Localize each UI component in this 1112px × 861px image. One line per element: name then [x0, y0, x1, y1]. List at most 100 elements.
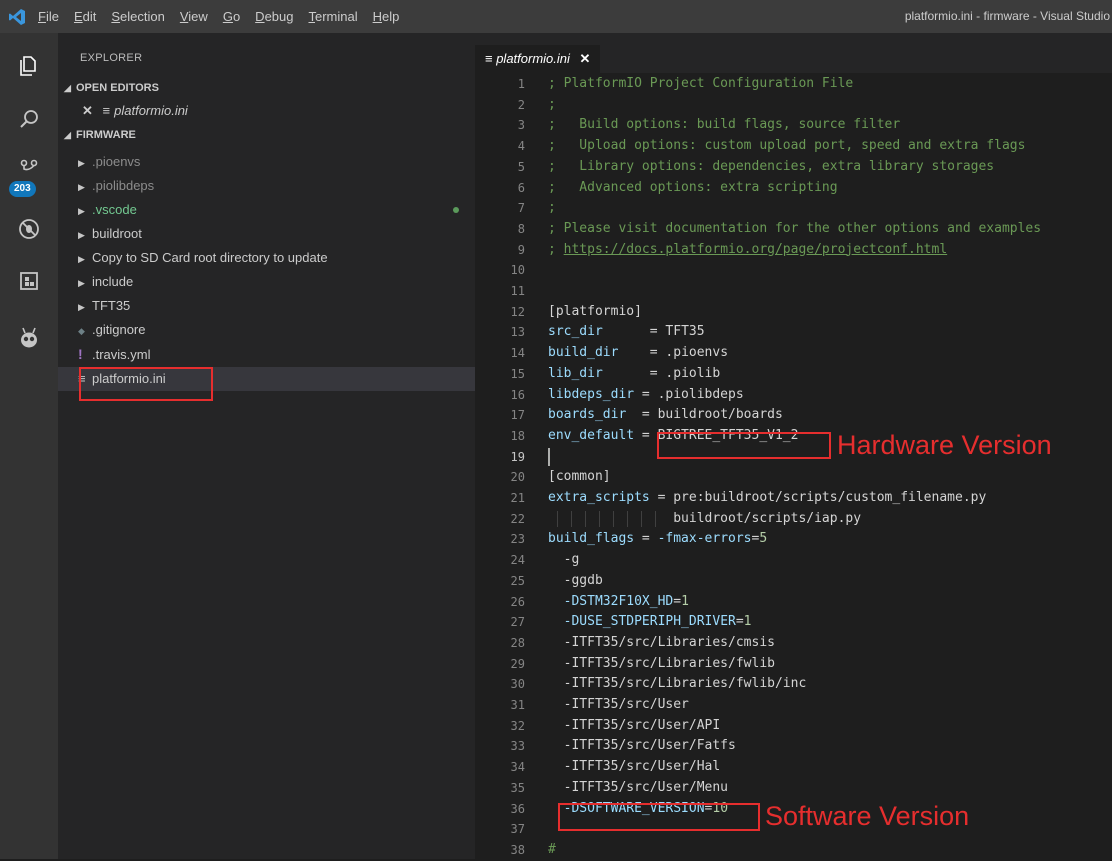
- open-editors-header[interactable]: ◢ OPEN EDITORS: [58, 77, 475, 99]
- code-line[interactable]: -ITFT35/src/Libraries/fwlib/inc: [548, 674, 807, 695]
- code-line[interactable]: [common]: [548, 467, 611, 488]
- code-line[interactable]: -ITFT35/src/User/Hal: [548, 757, 721, 778]
- menu-label: elp: [382, 9, 400, 24]
- code-token: -ITFT35/src/User: [548, 697, 689, 712]
- code-line[interactable]: build_flags = -fmax-errors=5: [548, 529, 767, 550]
- platformio-icon: [21, 327, 37, 348]
- tree-item-tft35[interactable]: ▶ TFT35: [58, 294, 475, 318]
- tree-item-include[interactable]: ▶ include: [58, 270, 475, 294]
- code-line[interactable]: ; https://docs.platformio.org/page/proje…: [548, 240, 947, 261]
- scm-badge: 203: [9, 181, 36, 197]
- code-line[interactable]: buildroot/scripts/iap.py: [548, 509, 861, 530]
- code-line[interactable]: [platformio]: [548, 302, 642, 323]
- code-token: =: [735, 614, 744, 630]
- code-token: [platformio]: [548, 303, 642, 319]
- tree-item-buildroot[interactable]: ▶ buildroot: [58, 222, 475, 246]
- tree-item-label: .vscode: [92, 202, 137, 217]
- debug-button[interactable]: [0, 205, 58, 253]
- highlight-box-hardware: [657, 432, 831, 459]
- line-number: 9: [517, 242, 525, 257]
- code-line[interactable]: boards_dir = buildroot/boards: [548, 405, 783, 426]
- code-line[interactable]: -ITFT35/src/User/Menu: [548, 778, 728, 799]
- explorer-button[interactable]: [0, 42, 58, 90]
- tree-item-label: .pioenvs: [92, 154, 141, 169]
- chevron-down-icon: ◢: [64, 83, 71, 93]
- menu-item-selection[interactable]: Selection: [111, 9, 164, 24]
- code-line[interactable]: ;: [548, 95, 556, 116]
- menu-item-edit[interactable]: Edit: [74, 9, 96, 24]
- code-line[interactable]: -DSTM32F10X_HD=1: [548, 592, 689, 613]
- line-number: 19: [510, 449, 525, 464]
- explorer-icon: [20, 56, 36, 76]
- code-line[interactable]: -ITFT35/src/User: [548, 695, 689, 716]
- extensions-button[interactable]: [0, 257, 58, 305]
- menu-accelerator: G: [222, 9, 233, 24]
- file-lines-icon: ≡: [102, 103, 111, 118]
- tree-item-vscode[interactable]: ▶ .vscode: [58, 198, 475, 222]
- line-number: 1: [517, 77, 525, 91]
- code-line[interactable]: ;: [548, 198, 556, 219]
- code-line[interactable]: ; Please visit documentation for the oth…: [548, 219, 1041, 240]
- menu-item-view[interactable]: View: [180, 9, 208, 24]
- code-token: lib_dir: [548, 365, 603, 381]
- menu-item-terminal[interactable]: Terminal: [308, 9, 357, 24]
- indent-guide: [613, 510, 614, 528]
- search-button[interactable]: [0, 95, 58, 143]
- code-line[interactable]: ; Advanced options: extra scripting: [548, 178, 838, 199]
- menu-item-go[interactable]: Go: [223, 9, 240, 24]
- code-token: = TFT35: [602, 324, 705, 340]
- code-line[interactable]: lib_dir = .piolib: [548, 364, 720, 385]
- highlight-box-file: [79, 367, 213, 401]
- code-token: -ITFT35/src/User/Hal: [548, 759, 721, 775]
- code-token: =: [673, 593, 682, 609]
- debug-icon: [19, 219, 39, 239]
- code-line[interactable]: -DUSE_STDPERIPH_DRIVER=1: [548, 612, 752, 633]
- code-line[interactable]: ; PlatformIO Project Configuration File: [548, 74, 853, 95]
- chevron-right-icon: ▶: [78, 254, 85, 264]
- highlight-box-software: [558, 803, 760, 831]
- code-token: -DUSE_STDPERIPH_DRIVER: [563, 614, 736, 630]
- code-line[interactable]: -ITFT35/src/User/API: [548, 716, 721, 737]
- line-number: 30: [510, 677, 525, 692]
- tree-item-travis-yml[interactable]: ! .travis.yml: [58, 342, 475, 366]
- tab-platformio-ini[interactable]: ≡ platformio.ini ✕: [475, 45, 601, 73]
- line-number: 6: [517, 180, 525, 195]
- platformio-button[interactable]: [0, 314, 58, 362]
- tree-item-piolibdeps[interactable]: ▶ .piolibdeps: [58, 174, 475, 198]
- code-line[interactable]: ; Library options: dependencies, extra l…: [548, 157, 994, 178]
- source-control-icon: [20, 159, 38, 171]
- menu-item-help[interactable]: Help: [373, 9, 400, 24]
- code-line[interactable]: src_dir = TFT35: [548, 322, 705, 343]
- firmware-folder-header[interactable]: ◢ FIRMWARE: [58, 124, 475, 146]
- tree-item-gitignore[interactable]: ◆ .gitignore: [58, 318, 475, 342]
- code-line[interactable]: build_dir = .pioenvs: [548, 343, 728, 364]
- tab-bar: ≡ platformio.ini ✕: [475, 33, 1112, 73]
- code-line[interactable]: -g: [548, 550, 580, 571]
- line-number: 14: [510, 346, 525, 361]
- code-line[interactable]: -ITFT35/src/User/Fatfs: [548, 736, 736, 757]
- code-line[interactable]: #: [548, 840, 556, 861]
- code-line[interactable]: -ITFT35/src/Libraries/fwlib: [548, 654, 775, 675]
- open-editor-item[interactable]: ✕ ≡ platformio.ini: [58, 99, 475, 123]
- menu-item-debug[interactable]: Debug: [255, 9, 293, 24]
- close-tab-icon[interactable]: ✕: [580, 51, 591, 66]
- tree-item-label: .gitignore: [92, 322, 146, 337]
- line-number: 32: [510, 718, 525, 733]
- code-line[interactable]: ; Upload options: custom upload port, sp…: [548, 136, 1025, 157]
- code-line[interactable]: ; Build options: build flags, source fil…: [548, 115, 900, 136]
- indent-guide: [557, 510, 558, 528]
- menu-item-file[interactable]: File: [38, 9, 59, 24]
- code-line[interactable]: -ITFT35/src/Libraries/cmsis: [548, 633, 775, 654]
- code-line[interactable]: extra_scripts = pre:buildroot/scripts/cu…: [548, 488, 986, 509]
- code-line[interactable]: libdeps_dir = .piolibdeps: [548, 385, 744, 406]
- line-number: 25: [510, 573, 525, 588]
- tree-item-pioenvs[interactable]: ▶ .pioenvs: [58, 150, 475, 174]
- line-number: 17: [510, 408, 525, 423]
- tree-item-label: include: [92, 274, 134, 289]
- activity-bar: 203: [0, 33, 58, 859]
- close-icon[interactable]: ✕: [82, 103, 93, 118]
- tree-item-copy-to-sd-card-root-directory-to-update[interactable]: ▶ Copy to SD Card root directory to updat…: [58, 246, 475, 270]
- code-line[interactable]: -ggdb: [548, 571, 603, 592]
- code-token: = .piolibdeps: [634, 386, 744, 402]
